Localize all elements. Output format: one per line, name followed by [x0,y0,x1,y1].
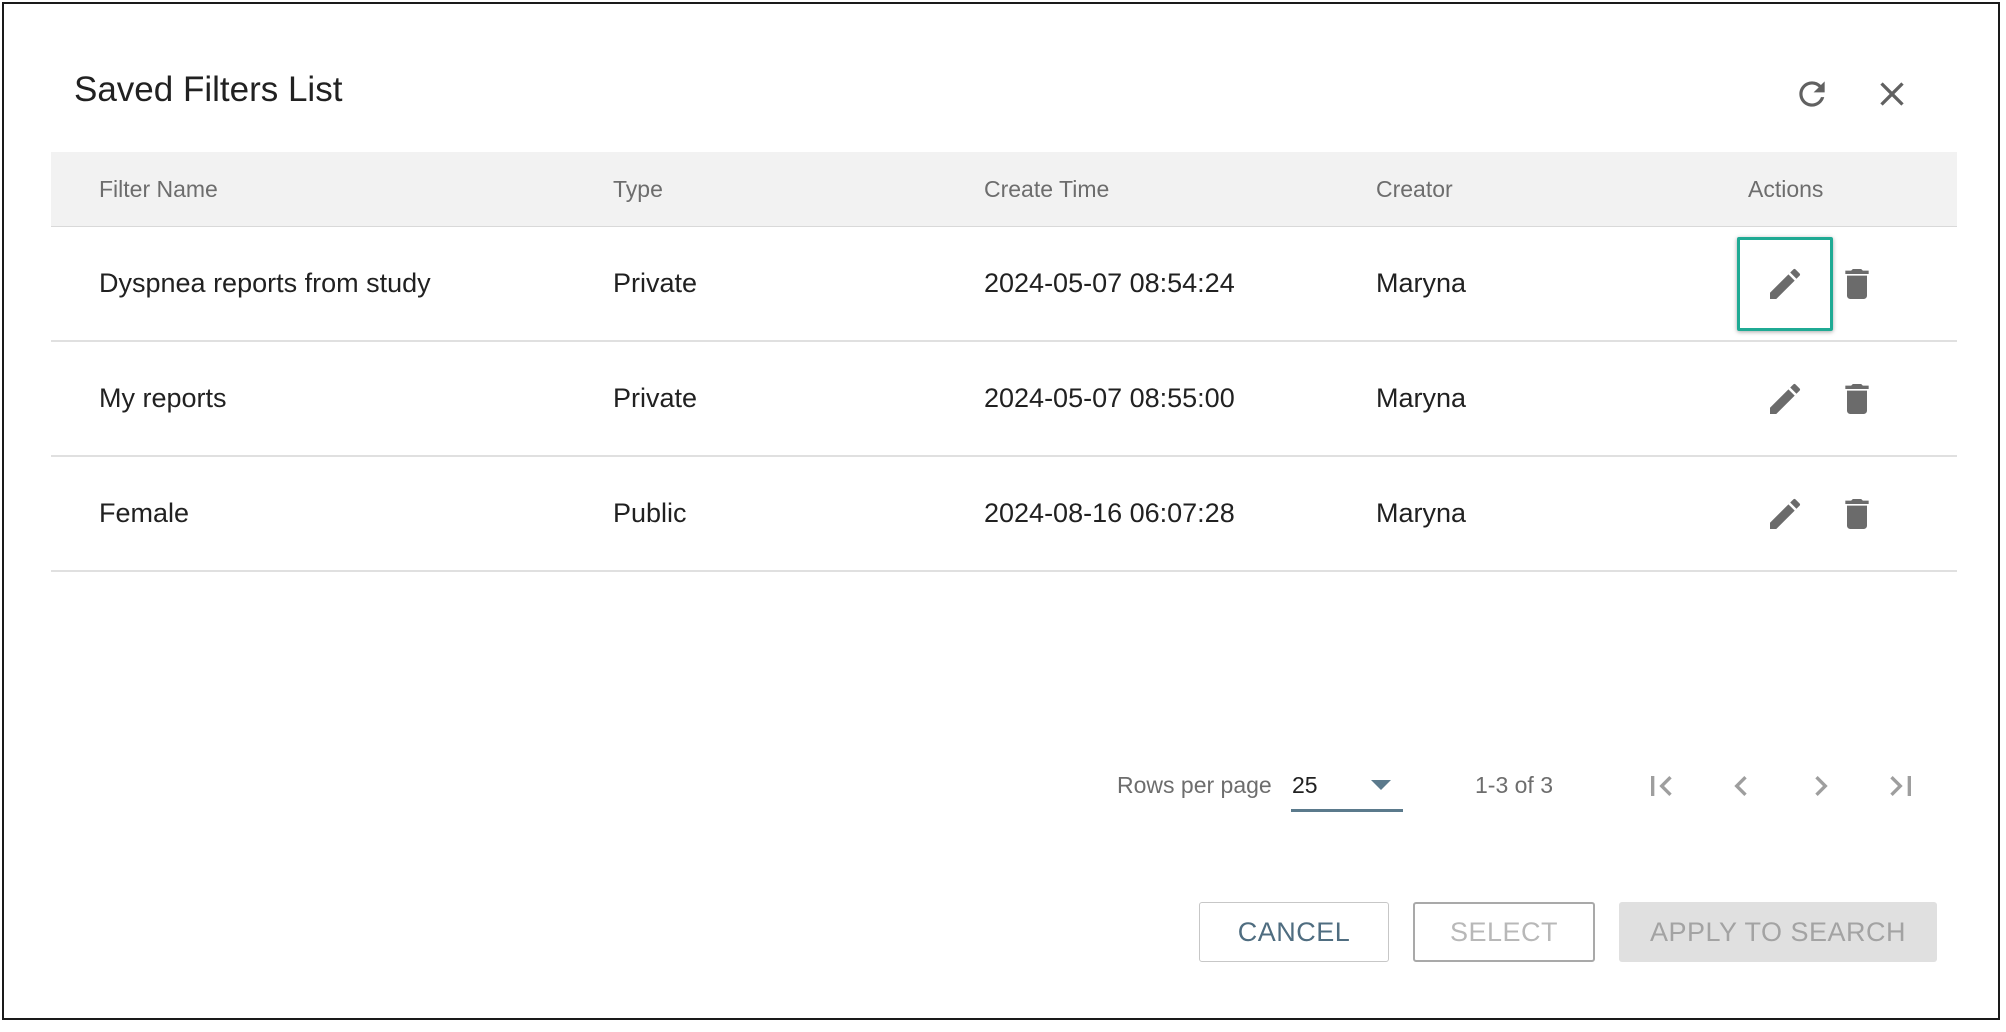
chevron-right-icon [1815,776,1828,796]
cell-create-time: 2024-05-07 08:55:00 [984,383,1235,413]
first-page-icon [1651,776,1672,796]
header-actions: Actions [1748,176,1824,202]
header-creator[interactable]: Creator [1376,152,1453,226]
cell-type: Private [613,268,698,298]
dialog-title: Saved Filters List [74,70,343,109]
delete-button[interactable] [1821,237,1893,331]
refresh-button[interactable] [1784,66,1840,122]
caret-down-icon [1371,780,1391,790]
pencil-icon [1770,268,1801,299]
page-range: 1-3 of 3 [1475,772,1553,798]
edit-button[interactable] [1737,237,1833,331]
cell-type: Public [613,498,687,528]
next-page-button[interactable] [1795,760,1847,812]
apply-to-search-button[interactable]: APPLY TO SEARCH [1619,902,1937,962]
pencil-icon [1770,498,1801,529]
table-row[interactable]: Female Public 2024-08-16 06:07:28 Maryna [51,457,1957,572]
trash-icon [1845,499,1869,529]
edit-button[interactable] [1737,467,1833,561]
chevron-left-icon [1734,776,1747,796]
table-row[interactable]: My reports Private 2024-05-07 08:55:00 M… [51,342,1957,457]
trash-icon [1845,269,1869,299]
refresh-icon [1799,81,1825,107]
last-page-button[interactable] [1875,760,1927,812]
cell-type: Private [613,383,698,413]
filters-table: Filter Name Type Create Time Creator Act… [51,152,1957,572]
delete-button[interactable] [1821,467,1893,561]
close-icon [1880,82,1904,106]
previous-page-button[interactable] [1715,760,1767,812]
cell-filter-name: Dyspnea reports from study [99,268,431,298]
cell-creator: Maryna [1376,498,1467,528]
cancel-button[interactable]: CANCEL [1199,902,1389,962]
header-create-time[interactable]: Create Time [984,152,1109,226]
first-page-button[interactable] [1635,760,1687,812]
saved-filters-dialog: Saved Filters List Filter Name Type Crea… [2,2,2000,1020]
delete-button[interactable] [1821,352,1893,446]
last-page-icon [1890,776,1911,796]
pencil-icon [1770,383,1801,414]
header-type[interactable]: Type [613,152,663,226]
rows-per-page-value: 25 [1292,772,1318,798]
cell-creator: Maryna [1376,383,1467,413]
rows-per-page-select[interactable]: 25 [1291,760,1403,812]
cell-filter-name: Female [99,498,190,528]
table-row[interactable]: Dyspnea reports from study Private 2024-… [51,227,1957,342]
cell-create-time: 2024-08-16 06:07:28 [984,498,1235,528]
table-header: Filter Name Type Create Time Creator Act… [51,152,1957,227]
select-button[interactable]: SELECT [1413,902,1595,962]
pagination-bar: Rows per page 25 1-3 of 3 [4,760,2006,820]
cell-creator: Maryna [1376,268,1467,298]
rows-per-page-label: Rows per page [1117,772,1272,798]
cell-filter-name: My reports [99,383,227,413]
close-button[interactable] [1864,66,1920,122]
trash-icon [1845,384,1869,414]
header-filter-name[interactable]: Filter Name [99,152,218,226]
edit-button[interactable] [1737,352,1833,446]
cell-create-time: 2024-05-07 08:54:24 [984,268,1235,298]
